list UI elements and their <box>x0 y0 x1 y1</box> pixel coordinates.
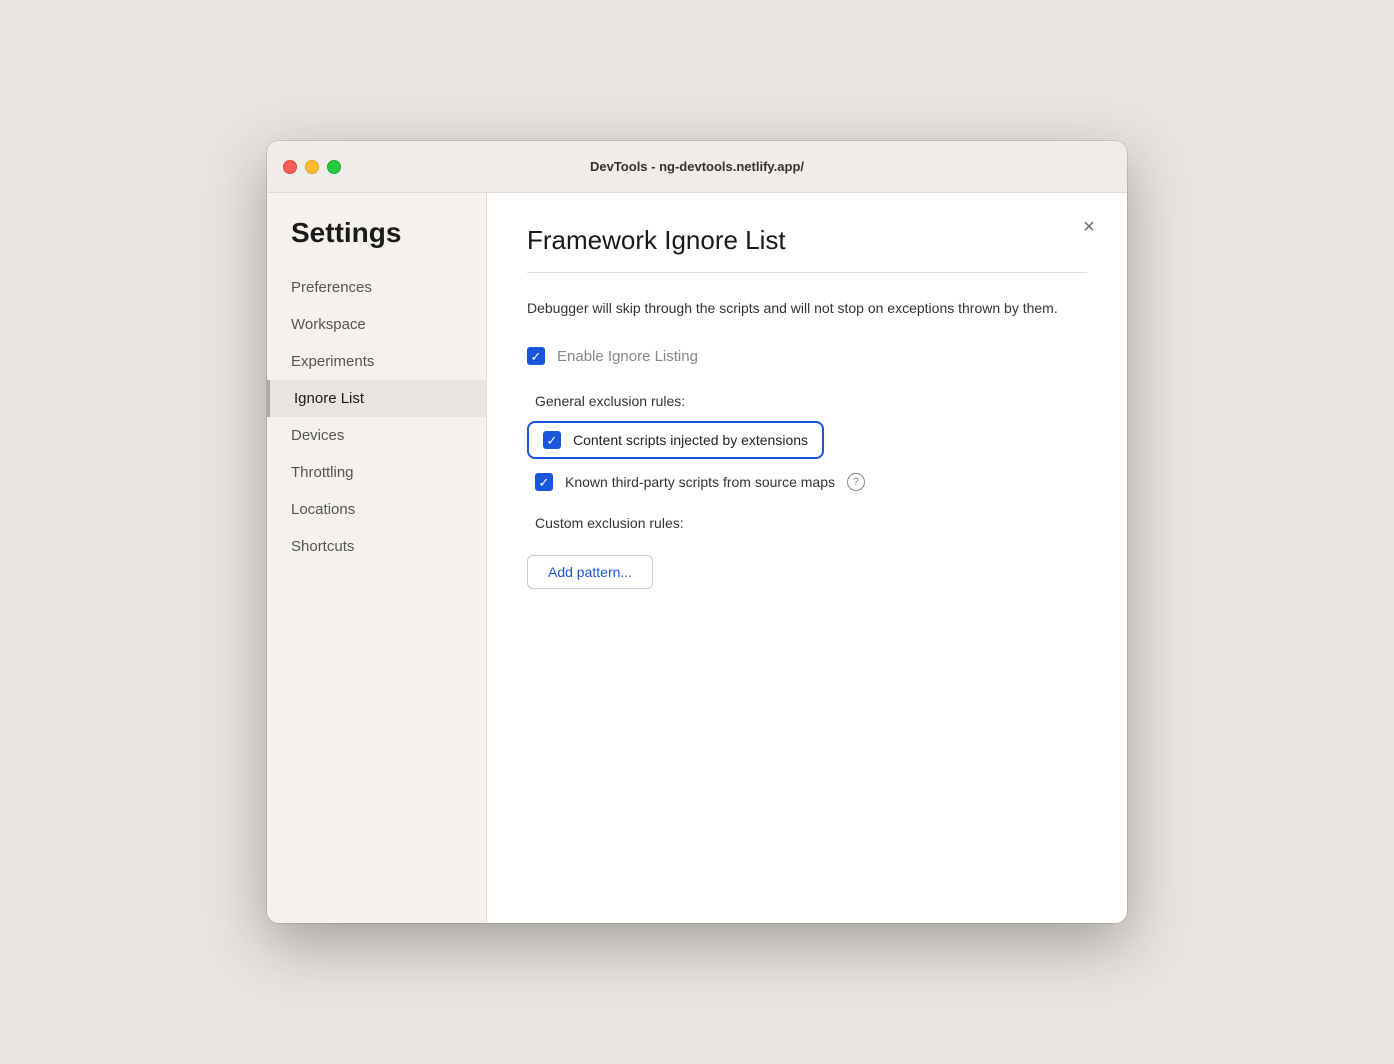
known-scripts-checkbox[interactable]: ✓ <box>535 473 553 491</box>
content-scripts-label: Content scripts injected by extensions <box>573 432 808 448</box>
checkmark-icon: ✓ <box>531 350 542 363</box>
checkmark-icon: ✓ <box>539 476 550 489</box>
titlebar-title: DevTools - ng-devtools.netlify.app/ <box>590 159 804 174</box>
enable-ignore-listing-label: Enable Ignore Listing <box>557 348 698 365</box>
sidebar-item-throttling[interactable]: Throttling <box>267 454 486 491</box>
general-exclusion-label: General exclusion rules: <box>535 393 1087 409</box>
page-title: Framework Ignore List <box>527 225 1087 256</box>
maximize-traffic-light[interactable] <box>327 160 341 174</box>
sidebar-item-workspace[interactable]: Workspace <box>267 306 486 343</box>
close-button[interactable]: × <box>1075 213 1103 241</box>
sidebar-item-devices[interactable]: Devices <box>267 417 486 454</box>
sidebar-heading: Settings <box>267 217 486 269</box>
known-scripts-row: ✓ Known third-party scripts from source … <box>535 473 1087 491</box>
minimize-traffic-light[interactable] <box>305 160 319 174</box>
devtools-window: DevTools - ng-devtools.netlify.app/ Sett… <box>267 141 1127 923</box>
sidebar: Settings Preferences Workspace Experimen… <box>267 193 487 923</box>
custom-exclusion-label: Custom exclusion rules: <box>535 515 1087 531</box>
add-pattern-button[interactable]: Add pattern... <box>527 555 653 589</box>
enable-ignore-listing-checkbox[interactable]: ✓ <box>527 347 545 365</box>
close-icon: × <box>1083 216 1095 239</box>
divider <box>527 272 1087 273</box>
known-scripts-label: Known third-party scripts from source ma… <box>565 474 835 490</box>
sidebar-item-shortcuts[interactable]: Shortcuts <box>267 528 486 565</box>
help-icon[interactable]: ? <box>847 473 865 491</box>
sidebar-item-locations[interactable]: Locations <box>267 491 486 528</box>
custom-exclusion-section: Custom exclusion rules: Add pattern... <box>527 515 1087 589</box>
sidebar-item-experiments[interactable]: Experiments <box>267 343 486 380</box>
titlebar: DevTools - ng-devtools.netlify.app/ <box>267 141 1127 193</box>
sidebar-item-preferences[interactable]: Preferences <box>267 269 486 306</box>
general-exclusion-area: General exclusion rules: ✓ Content scrip… <box>527 393 1087 491</box>
traffic-lights <box>283 160 341 174</box>
sidebar-item-ignore-list[interactable]: Ignore List <box>267 380 486 417</box>
content-scripts-checkbox[interactable]: ✓ <box>543 431 561 449</box>
main-content: × Framework Ignore List Debugger will sk… <box>487 193 1127 923</box>
window-body: Settings Preferences Workspace Experimen… <box>267 193 1127 923</box>
close-traffic-light[interactable] <box>283 160 297 174</box>
content-scripts-row: ✓ Content scripts injected by extensions <box>527 421 824 459</box>
enable-ignore-listing-row: ✓ Enable Ignore Listing <box>527 347 1087 365</box>
description: Debugger will skip through the scripts a… <box>527 297 1087 319</box>
checkmark-icon: ✓ <box>547 434 558 447</box>
